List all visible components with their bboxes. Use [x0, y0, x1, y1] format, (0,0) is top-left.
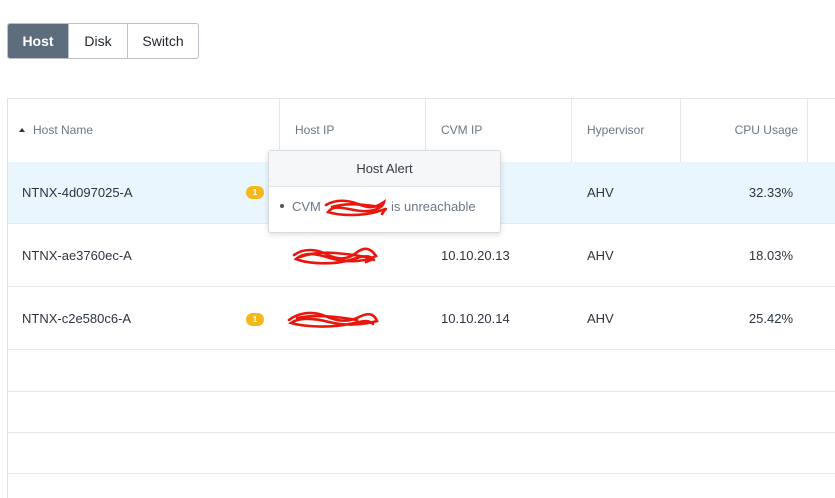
empty-table-row [8, 392, 835, 433]
alert-count-badge[interactable]: 1 [246, 186, 264, 199]
empty-table-row [8, 351, 835, 392]
column-header-cpu-usage[interactable]: CPU Usage [696, 99, 798, 162]
host-name-cell: NTNX-ae3760ec-A [22, 248, 132, 263]
column-divider[interactable] [807, 99, 808, 162]
hypervisor-cell: AHV [587, 248, 614, 263]
redaction-scribble [292, 247, 378, 265]
tab-host[interactable]: Host [8, 24, 68, 58]
column-header-hypervisor[interactable]: Hypervisor [587, 99, 644, 162]
alert-message-prefix[interactable]: CVM [292, 199, 321, 214]
table-row[interactable]: NTNX-c2e580c6-A 1 10.10.20.14 AHV 25.42% [8, 288, 835, 350]
alert-message-suffix[interactable]: is unreachable [391, 199, 476, 214]
cpu-usage-cell: 32.33% [748, 185, 793, 200]
cvm-ip-cell: 10.10.20.14 [441, 311, 510, 326]
cpu-usage-cell: 18.03% [748, 248, 793, 263]
table-row[interactable]: NTNX-ae3760ec-A 10.10.20.13 AHV 18.03% [8, 225, 835, 287]
host-name-cell: NTNX-4d097025-A [22, 185, 133, 200]
cvm-ip-cell: 10.10.20.13 [441, 248, 510, 263]
tab-disk[interactable]: Disk [68, 24, 127, 58]
column-header-label: Host Name [33, 123, 94, 137]
empty-table-row [8, 433, 835, 474]
popover-title: Host Alert [269, 151, 500, 187]
column-divider[interactable] [571, 99, 572, 162]
popover-body: CVM is unreachable [269, 187, 500, 233]
column-divider[interactable] [680, 99, 681, 162]
hypervisor-cell: AHV [587, 311, 614, 326]
cpu-usage-cell: 25.42% [748, 311, 793, 326]
alert-count-badge[interactable]: 1 [246, 313, 264, 326]
view-tabs: Host Disk Switch [7, 23, 199, 59]
column-header-host-name[interactable]: Host Name [19, 99, 93, 162]
host-alert-popover: Host Alert CVM is unreachable [268, 150, 501, 233]
tab-switch[interactable]: Switch [127, 24, 198, 58]
hypervisor-cell: AHV [587, 185, 614, 200]
redaction-scribble [324, 198, 388, 217]
redaction-scribble [287, 311, 379, 328]
sort-ascending-icon [19, 127, 25, 132]
host-name-cell: NTNX-c2e580c6-A [22, 311, 132, 326]
bullet-icon [280, 204, 284, 208]
